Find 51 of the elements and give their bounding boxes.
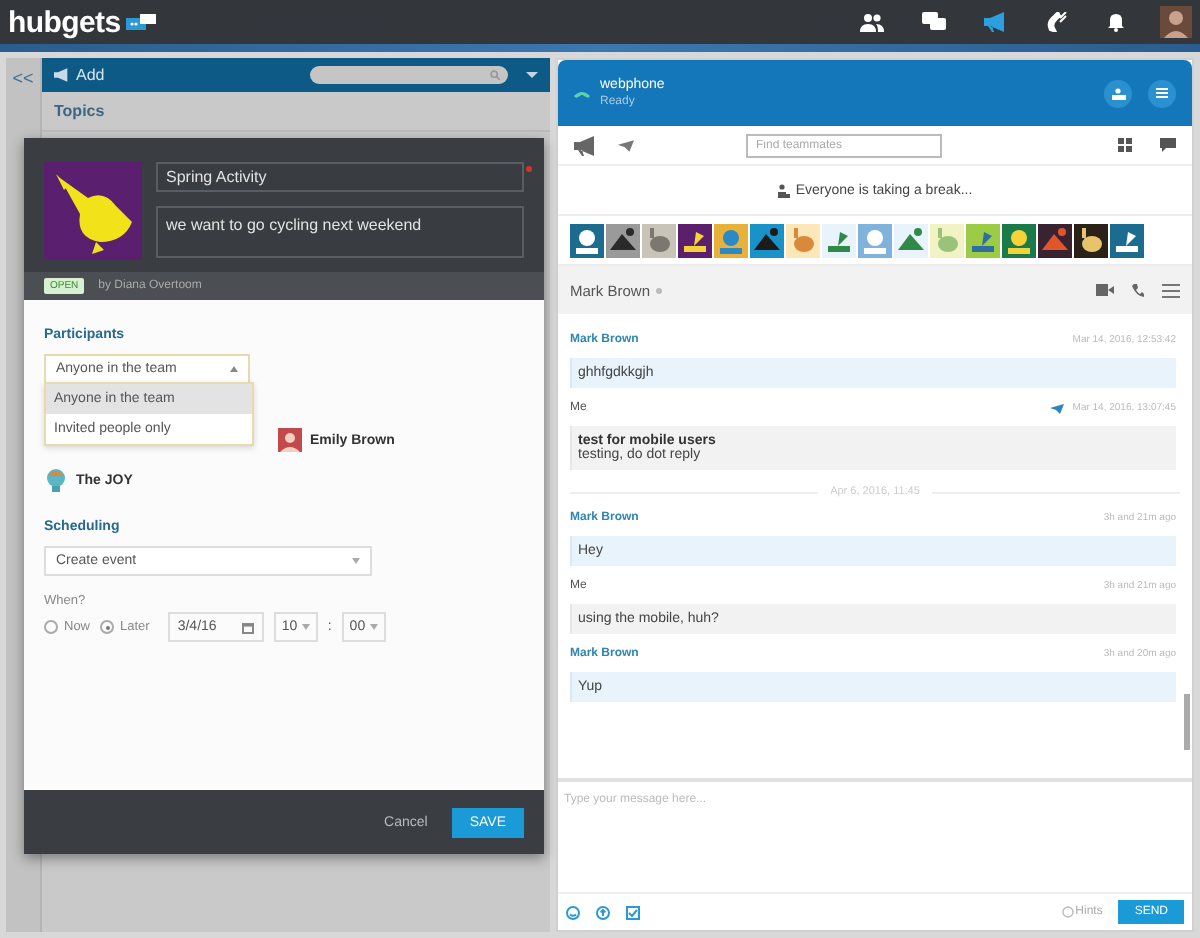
presence-dot [656,287,663,293]
bell-icon [1106,12,1126,32]
chat-icon [922,12,946,32]
caret-icon[interactable] [526,72,538,78]
video-call-button[interactable] [1096,284,1114,296]
upload-icon [596,905,610,919]
description-field[interactable]: we want to go cycling next weekend [156,206,524,258]
chat-button[interactable] [1160,138,1176,152]
people-icon [1111,87,1125,99]
phone-icon [1046,12,1068,32]
smiley-icon [566,905,580,919]
search-field[interactable] [310,66,508,84]
avatar-icon [278,428,302,452]
required-mark [526,166,532,172]
upload-button[interactable] [596,905,610,919]
phone-icon [1132,283,1144,297]
megaphone-icon [984,12,1008,32]
phone-icon [574,89,590,97]
megaphone-icon [574,135,598,155]
add-button[interactable]: Add [54,66,105,84]
nav-button[interactable] [856,8,888,36]
avatar-icon [44,468,68,492]
nav-button[interactable] [918,8,950,36]
task-button[interactable] [626,905,640,919]
chat-bubble-icon [126,14,159,30]
paper-plane-icon [618,139,634,151]
menu-button[interactable] [1148,79,1176,107]
people-icon [860,12,884,32]
speech-bubble-icon [1160,138,1176,152]
nav-button[interactable] [1042,8,1072,36]
grid-button[interactable] [1118,138,1132,152]
bird-icon[interactable] [44,162,142,260]
user-avatar[interactable] [1160,6,1192,38]
menu-button[interactable] [1162,283,1180,297]
menu-icon [1162,283,1180,297]
section-title: Topics [42,92,550,132]
megaphone-icon [54,68,70,82]
grid-icon [1118,138,1132,152]
title-field[interactable]: Spring Activity [156,162,524,192]
emoji-button[interactable] [566,905,580,919]
call-button[interactable] [1132,283,1144,297]
checkbox-icon [626,905,640,919]
video-camera-icon [1096,284,1114,296]
logo: hubgets [8,5,121,39]
megaphone-button[interactable] [574,135,598,155]
send-button[interactable] [618,139,634,151]
calendar-icon [241,621,254,633]
search-icon [490,70,500,80]
menu-icon [1156,88,1168,98]
collapse-button[interactable]: << [12,68,34,88]
status-icon [777,183,790,197]
